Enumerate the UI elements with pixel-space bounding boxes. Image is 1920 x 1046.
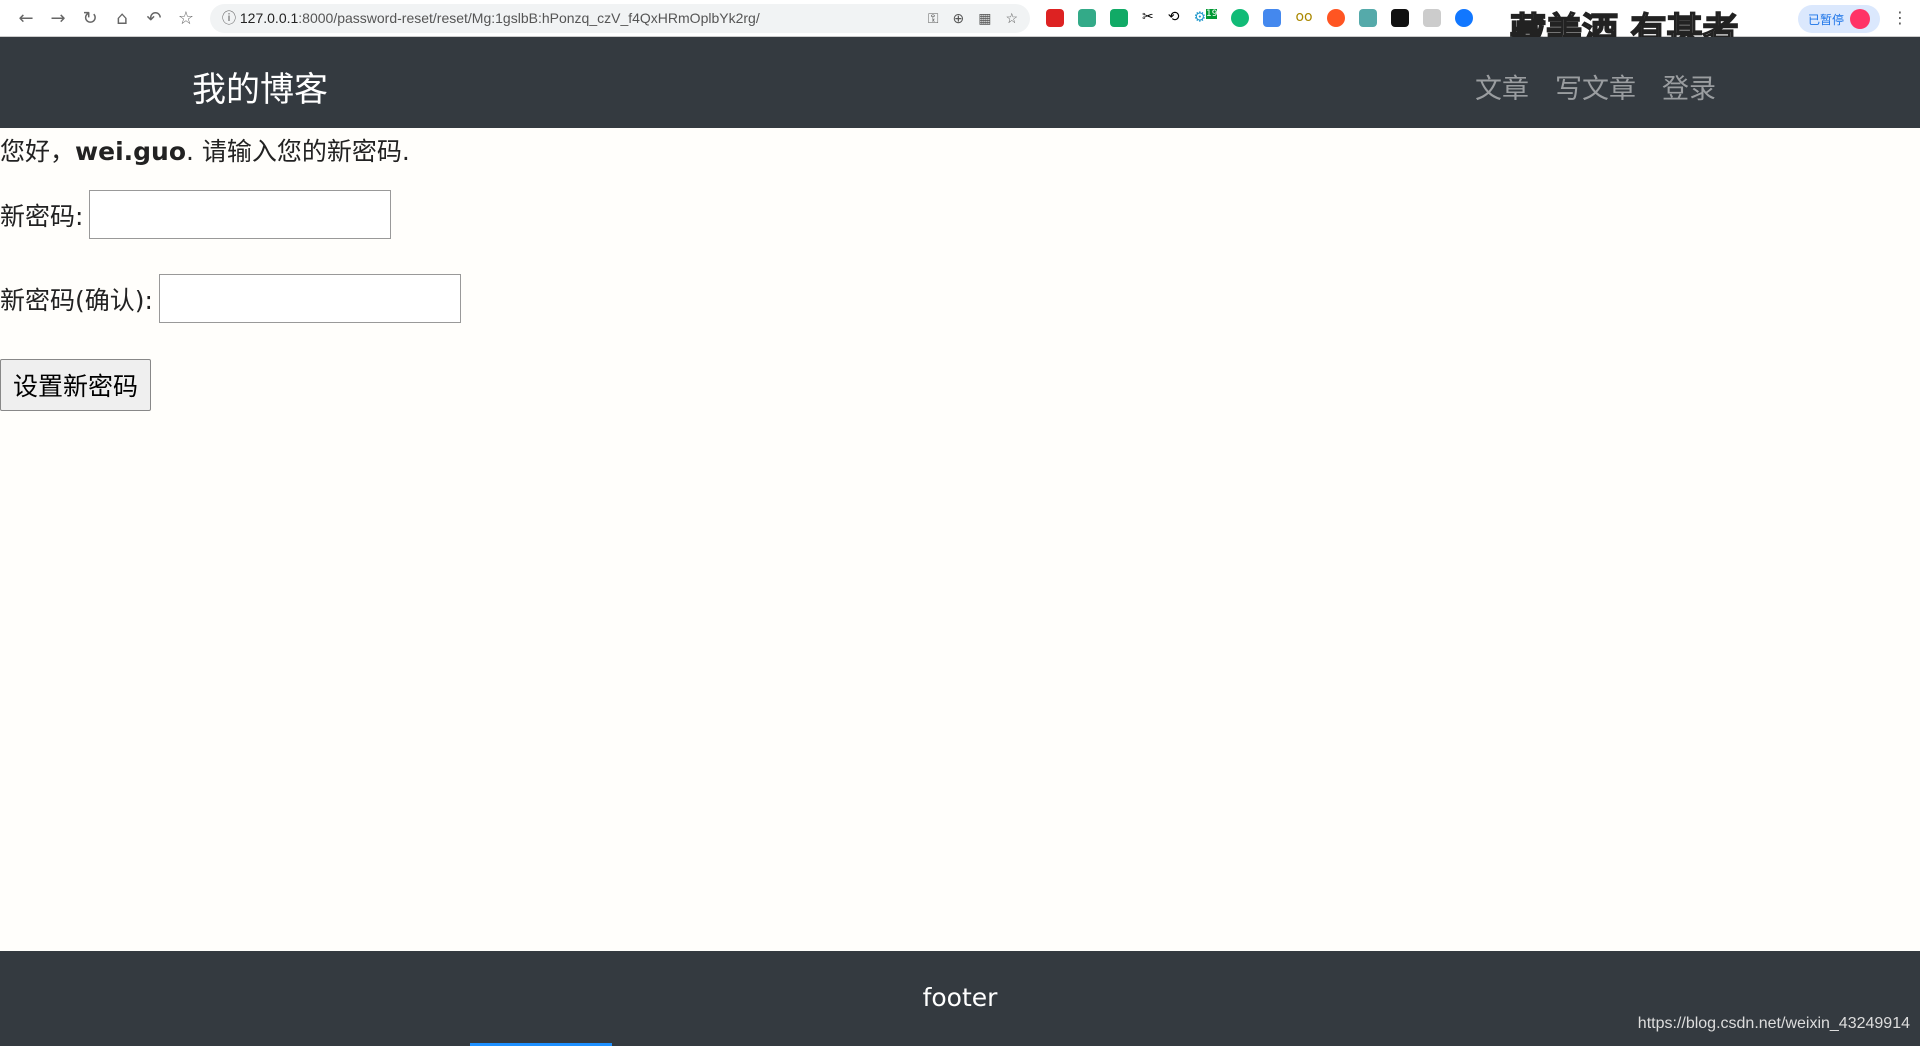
extensions: ✂ ⟲ ⚙19 oo xyxy=(1046,9,1473,27)
gear-extension-icon[interactable]: ⚙19 xyxy=(1193,9,1218,27)
infinity-extension-icon[interactable] xyxy=(1326,9,1345,27)
confirm-password-input[interactable] xyxy=(158,274,461,323)
blue-extension-icon[interactable] xyxy=(1454,9,1473,27)
forward-icon[interactable]: → xyxy=(42,8,74,29)
greet-prefix: 您好， xyxy=(0,137,76,166)
info-icon: ⓘ xyxy=(222,10,240,26)
pdf-extension-icon[interactable] xyxy=(1422,9,1441,27)
new-password-row: 新密码: xyxy=(0,190,1920,239)
star-icon[interactable]: ☆ xyxy=(1005,10,1018,27)
avatar xyxy=(1850,9,1870,29)
key-icon[interactable]: ⚿ xyxy=(928,10,939,27)
qr-icon[interactable]: ▦ xyxy=(978,10,991,27)
set-password-button[interactable]: 设置新密码 xyxy=(0,359,152,411)
scissors-icon[interactable]: ✂ xyxy=(1142,9,1154,27)
audio-extension-icon[interactable] xyxy=(1231,9,1250,27)
undo-icon[interactable]: ↶ xyxy=(138,8,170,29)
greeting: 您好，wei.guo. 请输入您的新密码. xyxy=(0,132,1920,168)
main-content: 您好，wei.guo. 请输入您的新密码. 新密码: 新密码(确认): 设置新密… xyxy=(0,132,1920,411)
paused-label: 已暂停 xyxy=(1807,12,1844,27)
url-path: :8000/password-reset/reset/Mg:1gslbB:hPo… xyxy=(298,10,760,26)
s-extension-icon[interactable] xyxy=(1358,9,1377,27)
glasses-icon[interactable]: oo xyxy=(1295,9,1312,27)
profile-button[interactable]: 已暂停 xyxy=(1797,5,1880,33)
url-host: 127.0.0.1 xyxy=(239,10,299,26)
nav-write-article[interactable]: 写文章 xyxy=(1555,67,1636,106)
confirm-password-row: 新密码(确认): xyxy=(0,274,1920,323)
paw-extension-icon[interactable] xyxy=(1110,9,1128,27)
new-password-label: 新密码: xyxy=(0,201,84,231)
dark-extension-icon[interactable] xyxy=(1390,9,1409,27)
username: wei.guo xyxy=(75,137,187,166)
reload-icon[interactable]: ↻ xyxy=(74,8,106,29)
confirm-password-label: 新密码(确认): xyxy=(0,285,153,315)
watermark: https://blog.csdn.net/weixin_43249914 xyxy=(1637,1015,1910,1032)
browser-toolbar: ← → ↻ ⌂ ↶ ☆ ⓘ 127.0.0.1:8000/password-re… xyxy=(0,0,1920,53)
footer: footer https://blog.csdn.net/weixin_4324… xyxy=(0,951,1920,1046)
greet-suffix: . 请输入您的新密码. xyxy=(186,137,410,166)
kebab-menu-icon[interactable]: ⋮ xyxy=(1892,8,1908,27)
nav-articles[interactable]: 文章 xyxy=(1475,67,1529,106)
zoom-icon[interactable]: ⊕ xyxy=(952,10,964,27)
window-extension-icon[interactable] xyxy=(1263,9,1282,27)
nav-login[interactable]: 登录 xyxy=(1662,67,1716,106)
bookmark-star-icon[interactable]: ☆ xyxy=(170,8,202,29)
history-icon[interactable]: ⟲ xyxy=(1168,9,1180,27)
brand[interactable]: 我的博客 xyxy=(192,62,328,111)
back-icon[interactable]: ← xyxy=(10,8,42,29)
footer-text: footer xyxy=(922,983,998,1012)
navbar: 我的博客 文章 写文章 登录 xyxy=(0,37,1920,128)
new-password-input[interactable] xyxy=(89,190,392,239)
address-bar[interactable]: ⓘ 127.0.0.1:8000/password-reset/reset/Mg… xyxy=(210,3,1030,33)
globe-extension-icon[interactable] xyxy=(1078,9,1096,27)
js-extension-icon[interactable] xyxy=(1046,9,1064,27)
home-icon[interactable]: ⌂ xyxy=(106,8,138,29)
